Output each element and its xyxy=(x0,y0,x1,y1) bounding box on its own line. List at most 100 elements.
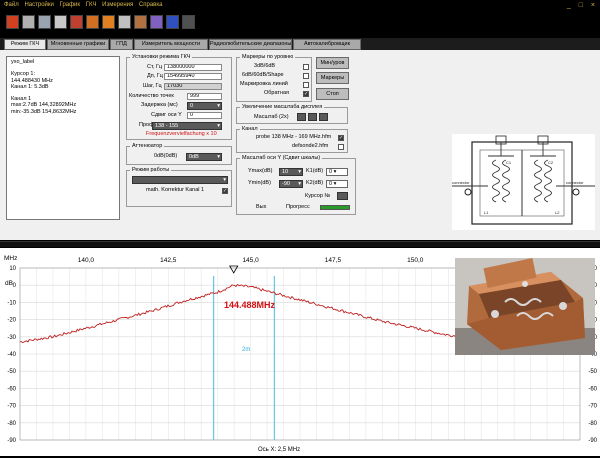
marker-lines-label: Маркировка линий xyxy=(240,81,288,87)
calc-icon[interactable] xyxy=(150,15,163,29)
step-label: Шаг, Гц xyxy=(143,83,162,89)
tab-power-meter[interactable]: Измеритель мощности xyxy=(134,39,208,50)
power-icon[interactable] xyxy=(6,15,19,29)
y-tick-right: -80 xyxy=(588,421,597,427)
open-icon[interactable] xyxy=(54,15,67,29)
peak-cursor-icon[interactable] xyxy=(229,265,239,274)
points-input[interactable]: 999 xyxy=(187,93,222,100)
tab-gpd[interactable]: ГПД xyxy=(110,39,133,50)
zoom-label: Масштаб (2x) xyxy=(254,114,289,120)
marker-inverse-checkbox[interactable]: ✓ xyxy=(303,91,309,97)
circuit-diagram: C1 C2 L1 L2 connector connector xyxy=(452,134,595,230)
ymax-label: Ymax(dB) xyxy=(248,168,273,174)
tab-autocalibrator[interactable]: Автокалибровщик xyxy=(293,39,361,50)
menu-settings[interactable]: Настройки xyxy=(24,0,53,11)
grid-icon[interactable] xyxy=(86,15,99,29)
menu-help[interactable]: Справка xyxy=(139,0,163,11)
x-axis-label: Ось X: 2,5 MHz xyxy=(258,447,300,453)
stop-freq-input[interactable]: 154995940 xyxy=(164,73,222,80)
correction-checkbox[interactable]: ✓ xyxy=(222,188,228,194)
window-controls[interactable]: _ □ × xyxy=(567,0,598,11)
tool-icon[interactable] xyxy=(118,15,131,29)
zoom-group: Увеличение масштаба дисплея xyxy=(236,104,348,124)
zoom-out-button[interactable] xyxy=(319,113,328,121)
y-tick-right: -60 xyxy=(588,386,597,392)
profile-select[interactable]: 138 - 155 ▾ xyxy=(152,122,222,130)
y-tick-left: -80 xyxy=(7,421,16,427)
mode-select[interactable]: ▾ xyxy=(132,176,228,184)
y-tick-left: 0 xyxy=(13,283,17,289)
mode-legend: Режим работы xyxy=(132,167,170,173)
svg-text:connector: connector xyxy=(452,180,470,185)
correction-label: math. Korrektur Kanal 1 xyxy=(146,187,205,193)
y-tick-right: -70 xyxy=(588,404,597,410)
yshift-label: Сдвиг оси Y xyxy=(151,112,182,118)
measure-icon[interactable] xyxy=(70,15,83,29)
progress-fill xyxy=(321,206,349,209)
stop-icon[interactable] xyxy=(182,15,195,29)
start-freq-input[interactable]: 138000000 xyxy=(164,64,222,71)
y-tick-left: 10 xyxy=(9,266,16,272)
info-box: yxo_label Курсор 1: 144.488430 MHz Канал… xyxy=(6,56,120,220)
progress-label: Прогресс xyxy=(286,204,310,210)
menu-file[interactable]: Файл xyxy=(4,0,19,11)
marker-3db-label: 3dB/6dB xyxy=(254,63,276,69)
y-tick-left: -10 xyxy=(7,300,16,306)
x-tick: 147,5 xyxy=(325,257,342,264)
menu-bar: Файл Настройки График ГКЧ Измерения Спра… xyxy=(0,0,600,11)
marker-shape-label: 6dB/60dB/Shape xyxy=(242,72,284,78)
start-freq-label: Ст, Гц xyxy=(147,64,163,70)
stop-freq-label: Дп, Гц xyxy=(147,73,163,79)
zoom-in-button[interactable] xyxy=(297,113,306,121)
svg-text:L2: L2 xyxy=(555,210,560,215)
print-icon[interactable] xyxy=(38,15,51,29)
y-tick-left: -30 xyxy=(7,335,16,341)
delay-select[interactable]: 0 ▾ xyxy=(187,102,222,110)
marker-lines-checkbox[interactable] xyxy=(303,82,309,88)
bandwidth-label: 2m xyxy=(242,347,250,353)
svg-text:L1: L1 xyxy=(484,210,489,215)
points-label: Количество точек xyxy=(129,93,174,99)
zoom-reset-button[interactable] xyxy=(308,113,317,121)
probe1-checkbox[interactable]: ✓ xyxy=(338,135,344,141)
y-tick-left: -60 xyxy=(7,386,16,392)
chevron-down-icon: ▾ xyxy=(298,169,301,175)
markers-legend: Маркеры по уровню xyxy=(242,54,294,60)
markers-button[interactable]: Маркеры xyxy=(316,72,349,84)
min-readout: min:-35.3dB 154,8632MHz xyxy=(11,108,77,115)
x-tick: 140,0 xyxy=(78,257,95,264)
chart-icon[interactable] xyxy=(102,15,115,29)
menu-measurements[interactable]: Измерения xyxy=(102,0,133,11)
marker-shape-checkbox[interactable] xyxy=(303,73,309,79)
menu-gkch[interactable]: ГКЧ xyxy=(86,0,97,11)
chevron-down-icon: ▾ xyxy=(298,181,301,187)
yshift-input[interactable]: 0 xyxy=(187,112,222,119)
k1-select[interactable]: 0 ▾ xyxy=(326,168,348,176)
probe2-checkbox[interactable] xyxy=(338,144,344,150)
tab-instant-graphs[interactable]: Мгновенные графики xyxy=(47,39,109,50)
y-tick-left: -40 xyxy=(7,352,16,358)
attenuator-select[interactable]: 0dB ▾ xyxy=(186,153,222,161)
window-icon[interactable] xyxy=(166,15,179,29)
tab-ham-bands[interactable]: Радиолюбительские диапазоны xyxy=(209,39,292,50)
peak-frequency-label: 144.488MHz xyxy=(224,300,276,310)
tab-bar: Режим ГКЧ Мгновенные графики ГПД Измерит… xyxy=(0,38,600,50)
stop-button[interactable]: Стоп xyxy=(316,88,349,100)
tab-gkch-mode[interactable]: Режим ГКЧ xyxy=(4,39,46,50)
ymax-select[interactable]: 10 ▾ xyxy=(279,168,303,176)
menu-graph[interactable]: График xyxy=(60,0,81,11)
attenuator-legend: Аттенюатор xyxy=(132,143,163,149)
marker-3db-checkbox[interactable] xyxy=(303,64,309,70)
y-tick-left: -50 xyxy=(7,369,16,375)
cursor-number-button[interactable] xyxy=(337,192,348,200)
save-icon[interactable] xyxy=(22,15,35,29)
ymin-select[interactable]: -90 ▾ xyxy=(279,180,303,188)
k2-select[interactable]: 0 ▾ xyxy=(326,180,348,188)
step-input: 17030 xyxy=(164,83,222,90)
levels-button[interactable]: Мин/уров xyxy=(316,57,349,69)
settings-icon[interactable] xyxy=(134,15,147,29)
delay-label: Задержка (мс) xyxy=(141,102,178,108)
y-tick-left: -20 xyxy=(7,318,16,324)
probe1-label: probe 138 MHz - 169 MHz.hfm xyxy=(256,134,332,140)
probe2-label: defsonde2.hfm xyxy=(292,143,329,149)
